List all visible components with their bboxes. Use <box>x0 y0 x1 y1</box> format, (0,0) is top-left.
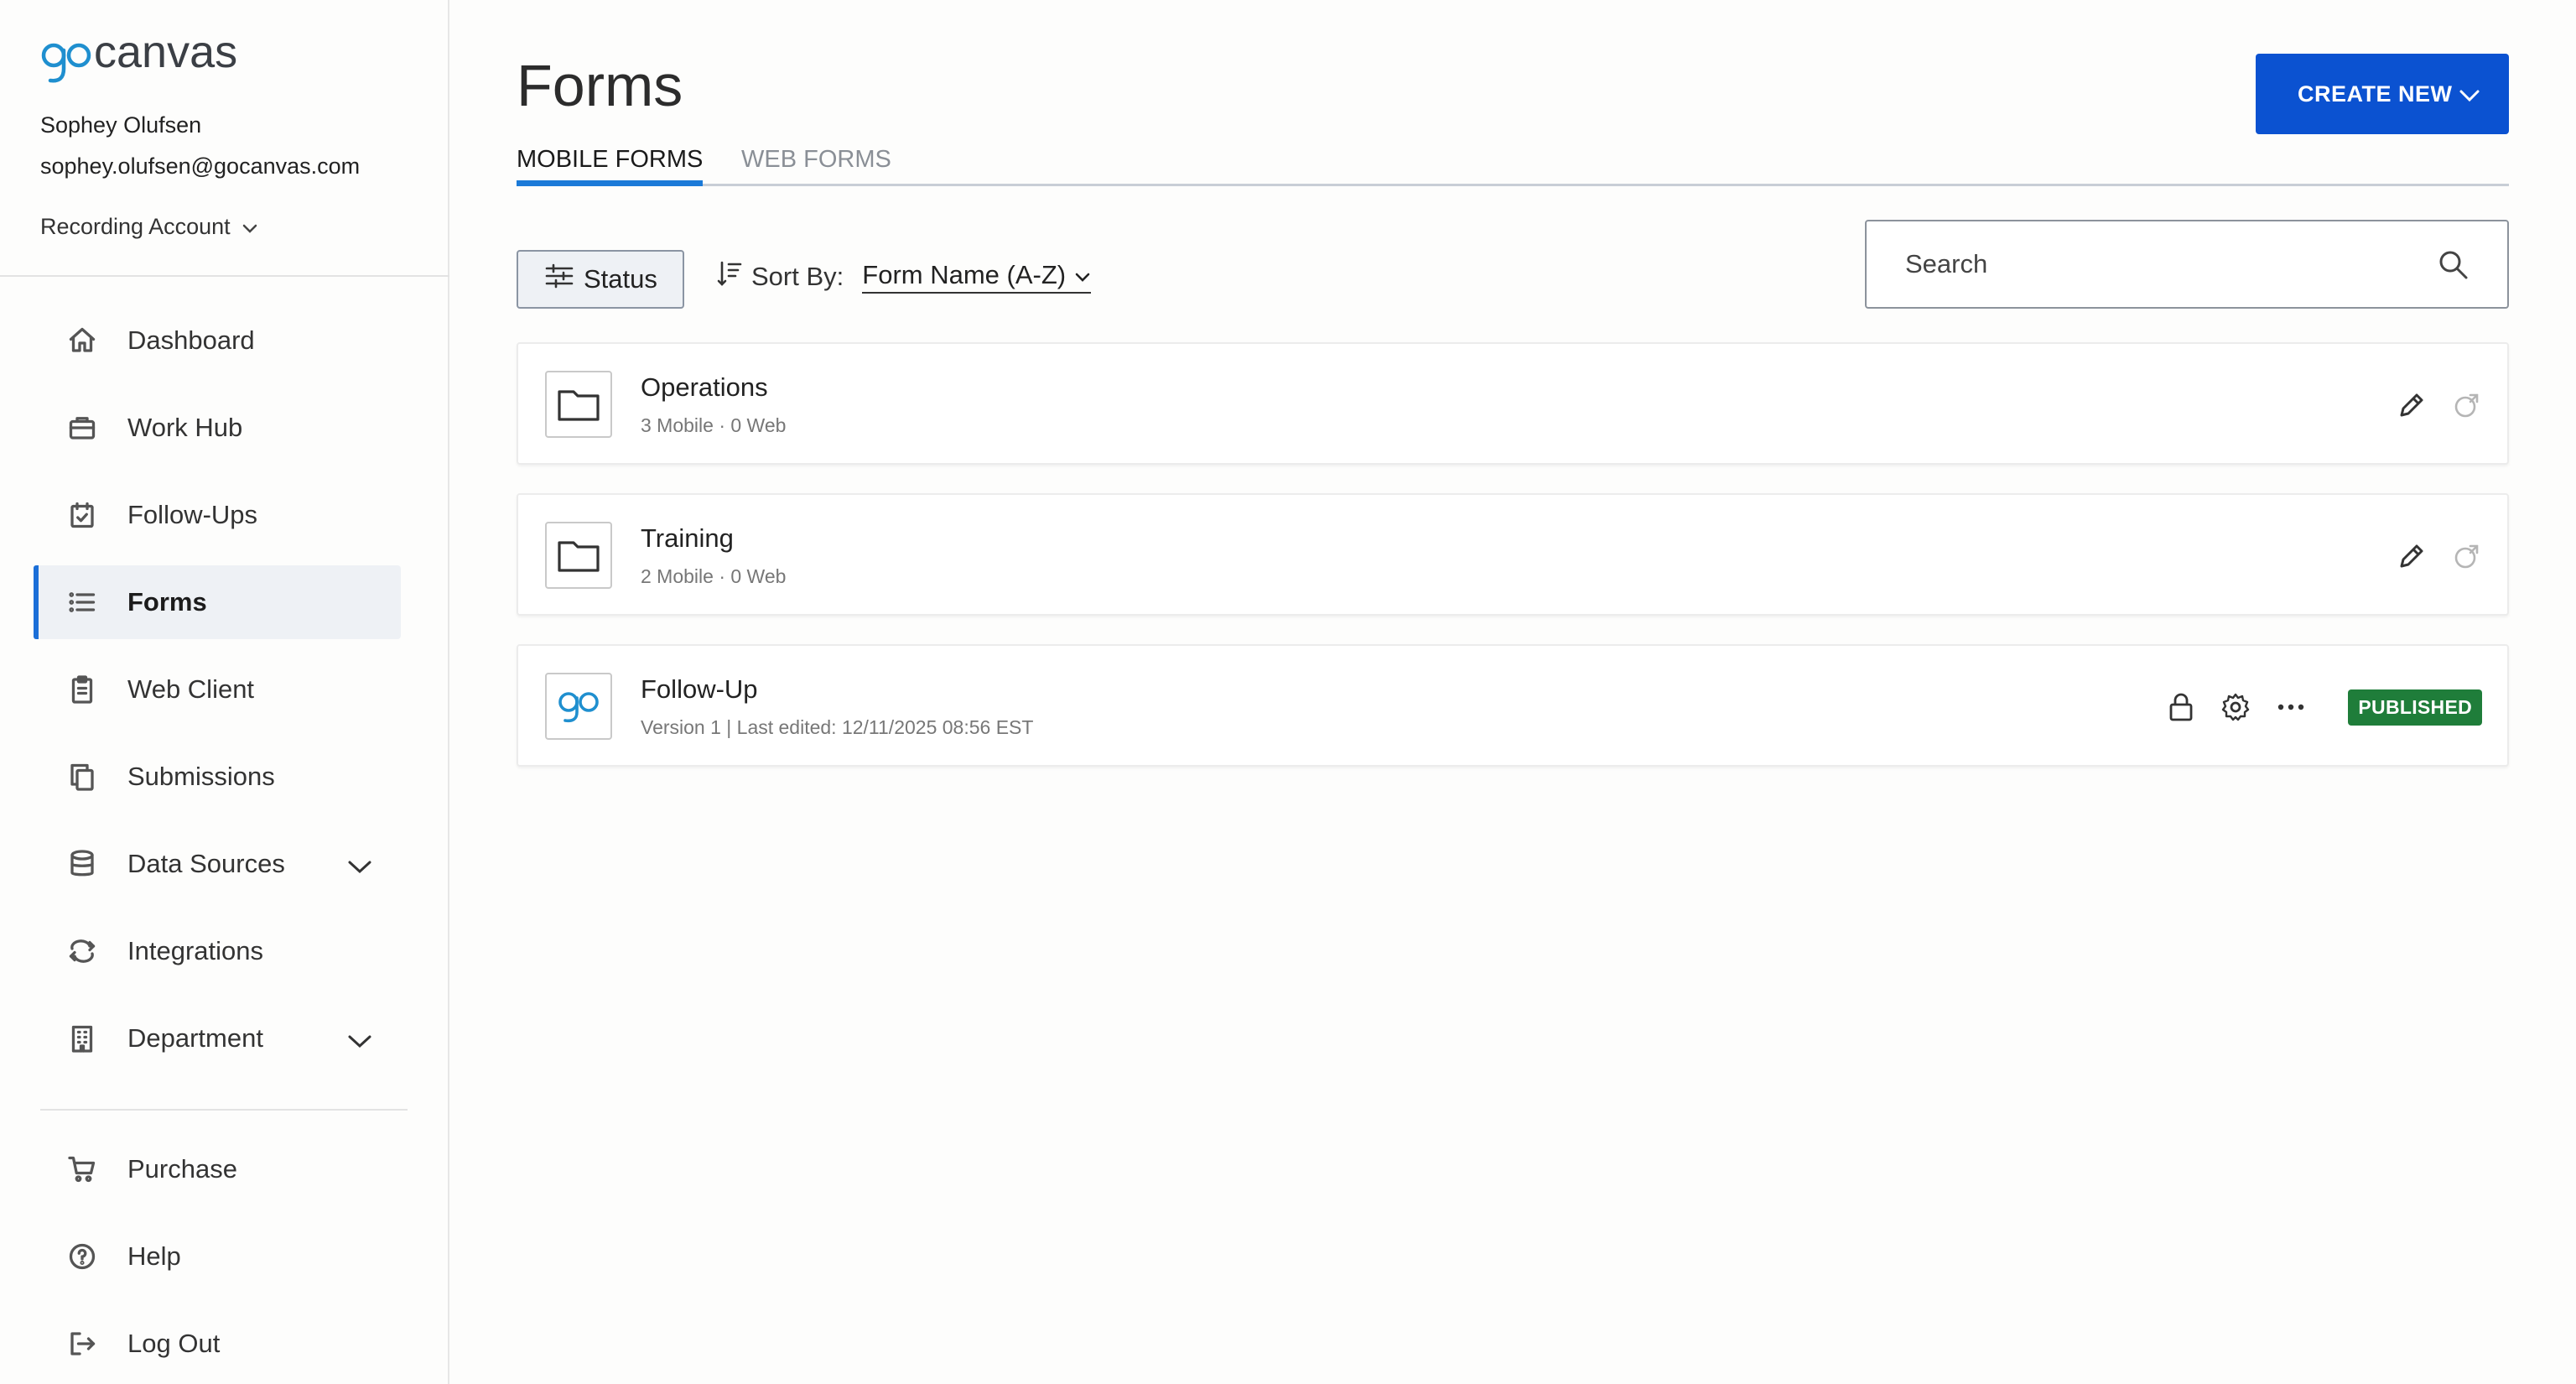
logout-icon <box>65 1327 99 1361</box>
svg-text:canvas: canvas <box>94 30 237 77</box>
row-actions <box>2397 344 2482 466</box>
status-filter-button[interactable]: Status <box>517 250 684 309</box>
sidebar-item-label: Help <box>127 1241 181 1271</box>
briefcase-icon <box>65 411 99 445</box>
user-name: Sophey Olufsen <box>40 112 202 138</box>
sidebar-item-label: Web Client <box>127 674 255 704</box>
sidebar-item-work-hub[interactable]: Work Hub <box>34 391 401 465</box>
sidebar-divider <box>40 1109 408 1111</box>
sort-icon <box>716 260 743 294</box>
folder-title: Training <box>641 523 734 553</box>
clipboard-icon <box>65 673 99 706</box>
sidebar-item-label: Log Out <box>127 1329 221 1358</box>
sidebar-item-label: Data Sources <box>127 849 285 878</box>
sidebar-divider <box>0 275 449 277</box>
form-version-info: Version 1 | Last edited: 12/11/2025 08:5… <box>641 716 1034 738</box>
sidebar-item-integrations[interactable]: Integrations <box>34 914 401 988</box>
sidebar-item-label: Follow-Ups <box>127 500 258 529</box>
folder-icon <box>545 371 612 438</box>
sidebar-item-label: Work Hub <box>127 413 243 442</box>
sidebar-item-data-sources[interactable]: Data Sources <box>34 827 401 901</box>
list-item-folder-operations[interactable]: Operations 3 Mobile · 0 Web <box>517 342 2509 465</box>
tab-mobile-forms[interactable]: MOBILE FORMS <box>517 146 704 186</box>
sidebar-item-forms[interactable]: Forms <box>34 565 401 639</box>
sidebar-item-log-out[interactable]: Log Out <box>34 1307 401 1381</box>
account-label: Recording Account <box>40 214 231 239</box>
edit-pencil-icon[interactable] <box>2397 390 2427 420</box>
move-folder-icon[interactable] <box>2452 541 2482 571</box>
search-input[interactable] <box>1905 249 2425 279</box>
search-icon[interactable] <box>2437 248 2470 286</box>
edit-pencil-icon[interactable] <box>2397 541 2427 571</box>
sidebar-item-label: Submissions <box>127 762 275 791</box>
form-tabs: MOBILE FORMS WEB FORMS <box>517 146 2509 186</box>
folder-icon <box>545 522 612 589</box>
gocanvas-form-icon <box>545 673 612 740</box>
building-icon <box>65 1022 99 1055</box>
app-root: canvas Sophey Olufsen sophey.olufsen@goc… <box>0 0 2576 1384</box>
sync-icon <box>65 934 99 968</box>
sidebar-item-follow-ups[interactable]: Follow-Ups <box>34 478 401 552</box>
form-title: Follow-Up <box>641 674 758 704</box>
status-filter-label: Status <box>584 264 657 294</box>
list-item-folder-training[interactable]: Training 2 Mobile · 0 Web <box>517 493 2509 616</box>
folder-title: Operations <box>641 372 768 402</box>
lock-icon[interactable] <box>2167 692 2195 722</box>
sidebar-item-department[interactable]: Department <box>34 1002 401 1075</box>
gocanvas-logo[interactable]: canvas <box>40 30 292 89</box>
sidebar-item-label: Integrations <box>127 936 263 965</box>
sidebar-item-submissions[interactable]: Submissions <box>34 740 401 814</box>
row-actions: PUBLISHED <box>2167 646 2482 768</box>
sort-value: Form Name (A-Z) <box>862 260 1067 289</box>
chevron-down-icon[interactable] <box>347 1027 372 1057</box>
chevron-down-icon <box>242 214 257 240</box>
sort-label: Sort By: <box>751 262 844 291</box>
sidebar-item-label: Department <box>127 1023 263 1053</box>
page-title: Forms <box>517 53 683 118</box>
chevron-down-icon <box>2459 84 2480 110</box>
sidebar-item-label: Forms <box>127 587 207 617</box>
sliders-icon <box>545 263 574 295</box>
sidebar-item-purchase[interactable]: Purchase <box>34 1132 401 1206</box>
sidebar-item-label: Purchase <box>127 1154 237 1184</box>
tab-web-forms[interactable]: WEB FORMS <box>741 146 891 182</box>
account-switcher[interactable]: Recording Account <box>40 214 257 240</box>
more-options-icon[interactable] <box>2276 702 2306 712</box>
copy-icon <box>65 760 99 793</box>
database-icon <box>65 847 99 881</box>
sidebar: canvas Sophey Olufsen sophey.olufsen@goc… <box>0 0 449 1384</box>
sort-select[interactable]: Form Name (A-Z) <box>862 260 1092 294</box>
sidebar-item-help[interactable]: Help <box>34 1220 401 1293</box>
status-badge: PUBLISHED <box>2348 689 2482 726</box>
search-box <box>1865 220 2509 309</box>
create-new-label: CREATE NEW <box>2298 81 2453 107</box>
chevron-down-icon <box>1074 260 1091 290</box>
move-folder-icon[interactable] <box>2452 390 2482 420</box>
folder-counts: 3 Mobile · 0 Web <box>641 414 787 436</box>
gear-icon[interactable] <box>2220 692 2251 722</box>
row-actions <box>2397 495 2482 617</box>
calendar-check-icon <box>65 498 99 532</box>
sidebar-item-dashboard[interactable]: Dashboard <box>34 304 401 377</box>
sidebar-item-label: Dashboard <box>127 325 255 355</box>
user-email: sophey.olufsen@gocanvas.com <box>40 153 361 179</box>
home-icon <box>65 324 99 357</box>
create-new-button[interactable]: CREATE NEW <box>2256 54 2509 134</box>
help-circle-icon <box>65 1240 99 1273</box>
list-item-form-follow-up[interactable]: Follow-Up Version 1 | Last edited: 12/11… <box>517 644 2509 767</box>
folder-counts: 2 Mobile · 0 Web <box>641 565 787 587</box>
chevron-down-icon[interactable] <box>347 852 372 882</box>
list-icon <box>65 585 99 619</box>
cart-icon <box>65 1152 99 1186</box>
sort-control: Sort By: Form Name (A-Z) <box>716 260 1092 294</box>
sidebar-item-web-client[interactable]: Web Client <box>34 653 401 726</box>
